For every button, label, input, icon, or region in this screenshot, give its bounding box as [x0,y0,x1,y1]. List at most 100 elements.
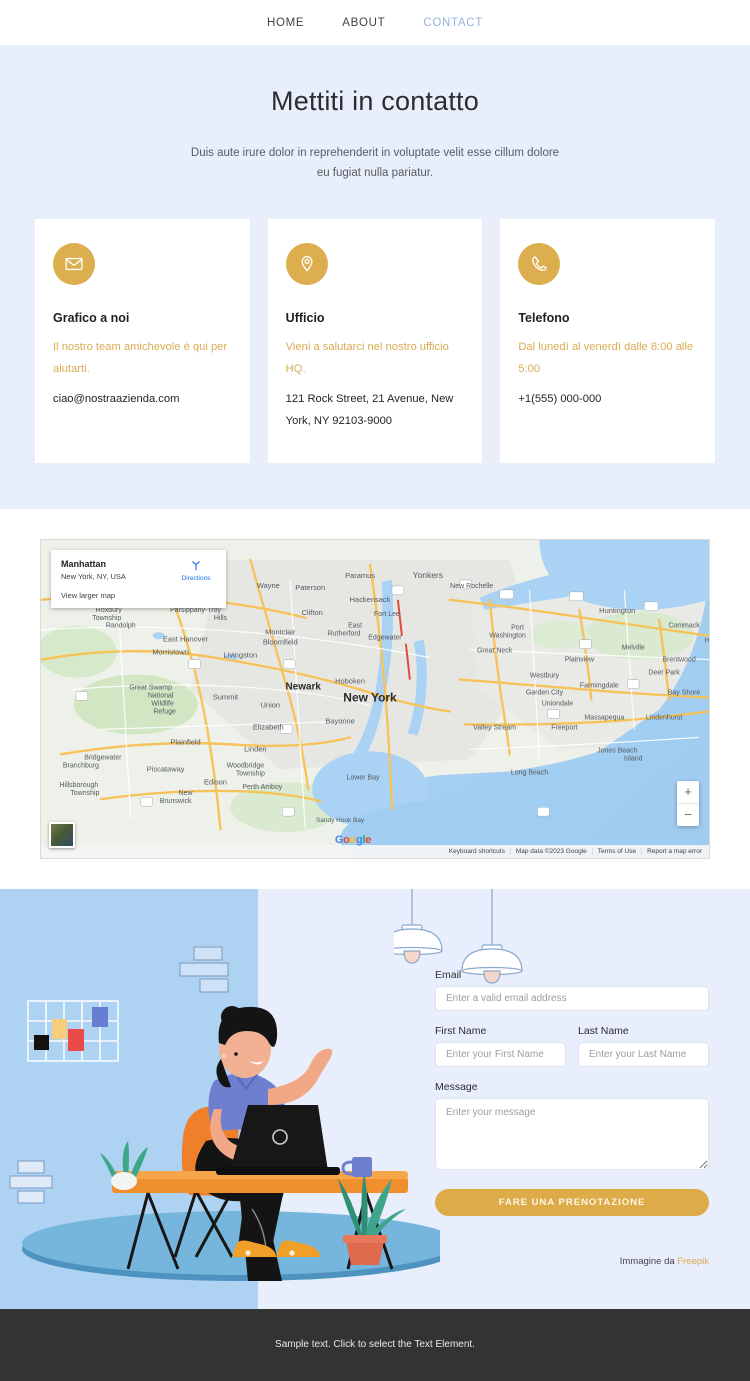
map-label: Jones Beach [597,747,637,754]
map-label: Fort Lee [374,610,400,617]
page-subtitle: Duis aute irure dolor in reprehenderit i… [190,147,560,180]
map-label: Paramus [345,571,375,580]
map-label: Piscataway [147,764,185,773]
card-value[interactable]: +1(555) 000-000 [518,389,697,411]
directions-icon [192,560,200,570]
map-place-address: New York, NY, USA [61,572,126,582]
zoom-in-button[interactable]: + [677,781,699,803]
workspace-illustration [9,945,440,1281]
card-title: Ufficio [285,311,325,326]
map-label: Great Swamp [129,684,172,691]
map-directions-button[interactable]: Directions [175,558,217,582]
first-name-label: First Name [435,1024,487,1037]
phone-icon [518,243,561,286]
map-label: Edison [204,777,227,786]
map-label: Randolph [106,622,136,629]
booking-form: Email First Name Last Name Message FARE … [435,889,750,1309]
keyboard-shortcuts-link[interactable]: Keyboard shortcuts [444,848,510,855]
map-label: Linden [244,744,266,753]
map-label: Rutherford [328,630,361,637]
map-label: East [348,622,362,629]
submit-booking-button[interactable]: FARE UNA PRENOTAZIONE [435,1188,709,1216]
map-label: Valley Stream [473,724,516,731]
map-label: Hillsborough [60,782,99,789]
map-info-card[interactable]: Manhattan New York, NY, USA Directions V… [51,549,226,609]
map-label: Summit [213,692,239,701]
map-attribution-bar: Keyboard shortcuts Map data ©2023 Google… [41,844,709,858]
map-label: Elizabeth [253,722,284,731]
map-label: Brentwood [662,656,695,663]
map-label: National [148,692,174,699]
map-label: Melville [622,644,645,651]
card-description: Vieni a salutarci nel nostro ufficio HQ. [285,341,449,376]
freepik-link[interactable]: Freepik [677,1256,709,1267]
footer-text[interactable]: Sample text. Click to select the Text El… [275,1339,475,1350]
google-map[interactable]: Paramus Yonkers New Rochelle Wayne Paterson H… [40,538,710,859]
map-label: Brunswick [160,798,192,805]
map-label: Perth Amboy [242,784,282,791]
contact-card-email[interactable]: Grafico a noi Il nostro team amichevole … [35,219,250,463]
view-larger-map-link[interactable]: View larger map [61,591,217,600]
contact-card-phone[interactable]: Telefono Dal lunedì al venerdì dalle 8:0… [500,219,716,463]
map-label: Wildlife [151,700,174,707]
contact-card-office[interactable]: Ufficio Vieni a salutarci nel nostro uff… [267,219,483,463]
map-label: Refuge [153,708,176,715]
envelope-icon [53,243,95,286]
map-label: Hackensack [350,594,391,603]
first-name-field[interactable] [435,1041,566,1067]
map-label: Island [624,755,643,762]
map-label: Freeport [551,724,577,731]
map-label: Union [261,700,281,709]
card-description: Il nostro team amichevole è qui per aiut… [53,341,228,376]
last-name-field[interactable] [578,1041,709,1067]
map-data-label: Map data ©2023 Google [509,847,592,855]
map-label: Woodbridge [227,762,265,769]
card-value[interactable]: ciao@nostraazienda.com [53,389,232,411]
last-name-label: Last Name [578,1024,629,1037]
report-map-error-link[interactable]: Report a map error [641,847,707,855]
map-label: Bayonne [325,716,354,725]
map-label: Hills [214,614,228,621]
zoom-out-button[interactable]: − [677,804,699,826]
nav-item-home[interactable]: HOME [267,17,304,29]
map-label: Plainfield [170,737,200,746]
card-value[interactable]: 121 Rock Street, 21 Avenue, New York, NY… [286,389,465,433]
nav-item-contact[interactable]: CONTACT [423,17,483,29]
card-description: Dal lunedì al venerdì dalle 8:00 alle 5:… [518,341,694,376]
map-label: Lower Bay [347,774,380,781]
map-label: Montclair [265,627,296,636]
map-label: Township [70,790,99,797]
map-label: Westbury [530,672,560,679]
map-satellite-thumbnail[interactable] [49,821,75,848]
email-label: Email [435,968,462,981]
map-label: Farmingdale [580,682,619,689]
map-label: Morristown [152,647,189,656]
map-label: Clifton [302,607,323,616]
map-label: Deer Park [648,669,680,676]
terms-of-use-link[interactable]: Terms of Use [591,847,641,855]
map-label: Sandy Hook Bay [316,817,365,824]
map-label: Hoboken [335,676,365,685]
contact-hero-section: Mettiti in contatto Duis aute irure dolo… [0,46,750,509]
nav-item-about[interactable]: ABOUT [342,17,385,29]
card-title: Telefono [518,311,570,326]
image-credit-prefix: Immagine da [619,1255,678,1267]
map-label: Township [92,614,121,621]
message-field[interactable] [435,1097,709,1170]
map-label: Wayne [257,580,280,589]
map-label: Uniondale [542,700,574,707]
map-label: Bay Shore [668,689,701,696]
email-field[interactable] [435,985,709,1011]
map-label: Hauppa [705,637,709,644]
map-label: Huntington [599,605,635,614]
map-section: Paramus Yonkers New Rochelle Wayne Paterson H… [0,508,750,889]
map-zoom-controls[interactable]: + − [677,780,699,826]
map-label: New [179,790,194,797]
map-label: Paterson [295,582,325,591]
top-navbar: HOME ABOUT CONTACT [0,0,750,46]
page-footer: Sample text. Click to select the Text El… [0,1308,750,1381]
map-label: Plainview [565,656,595,663]
map-label: East Hanover [163,634,209,643]
map-place-name: Manhattan [61,558,106,569]
google-logo: Google [334,833,372,846]
